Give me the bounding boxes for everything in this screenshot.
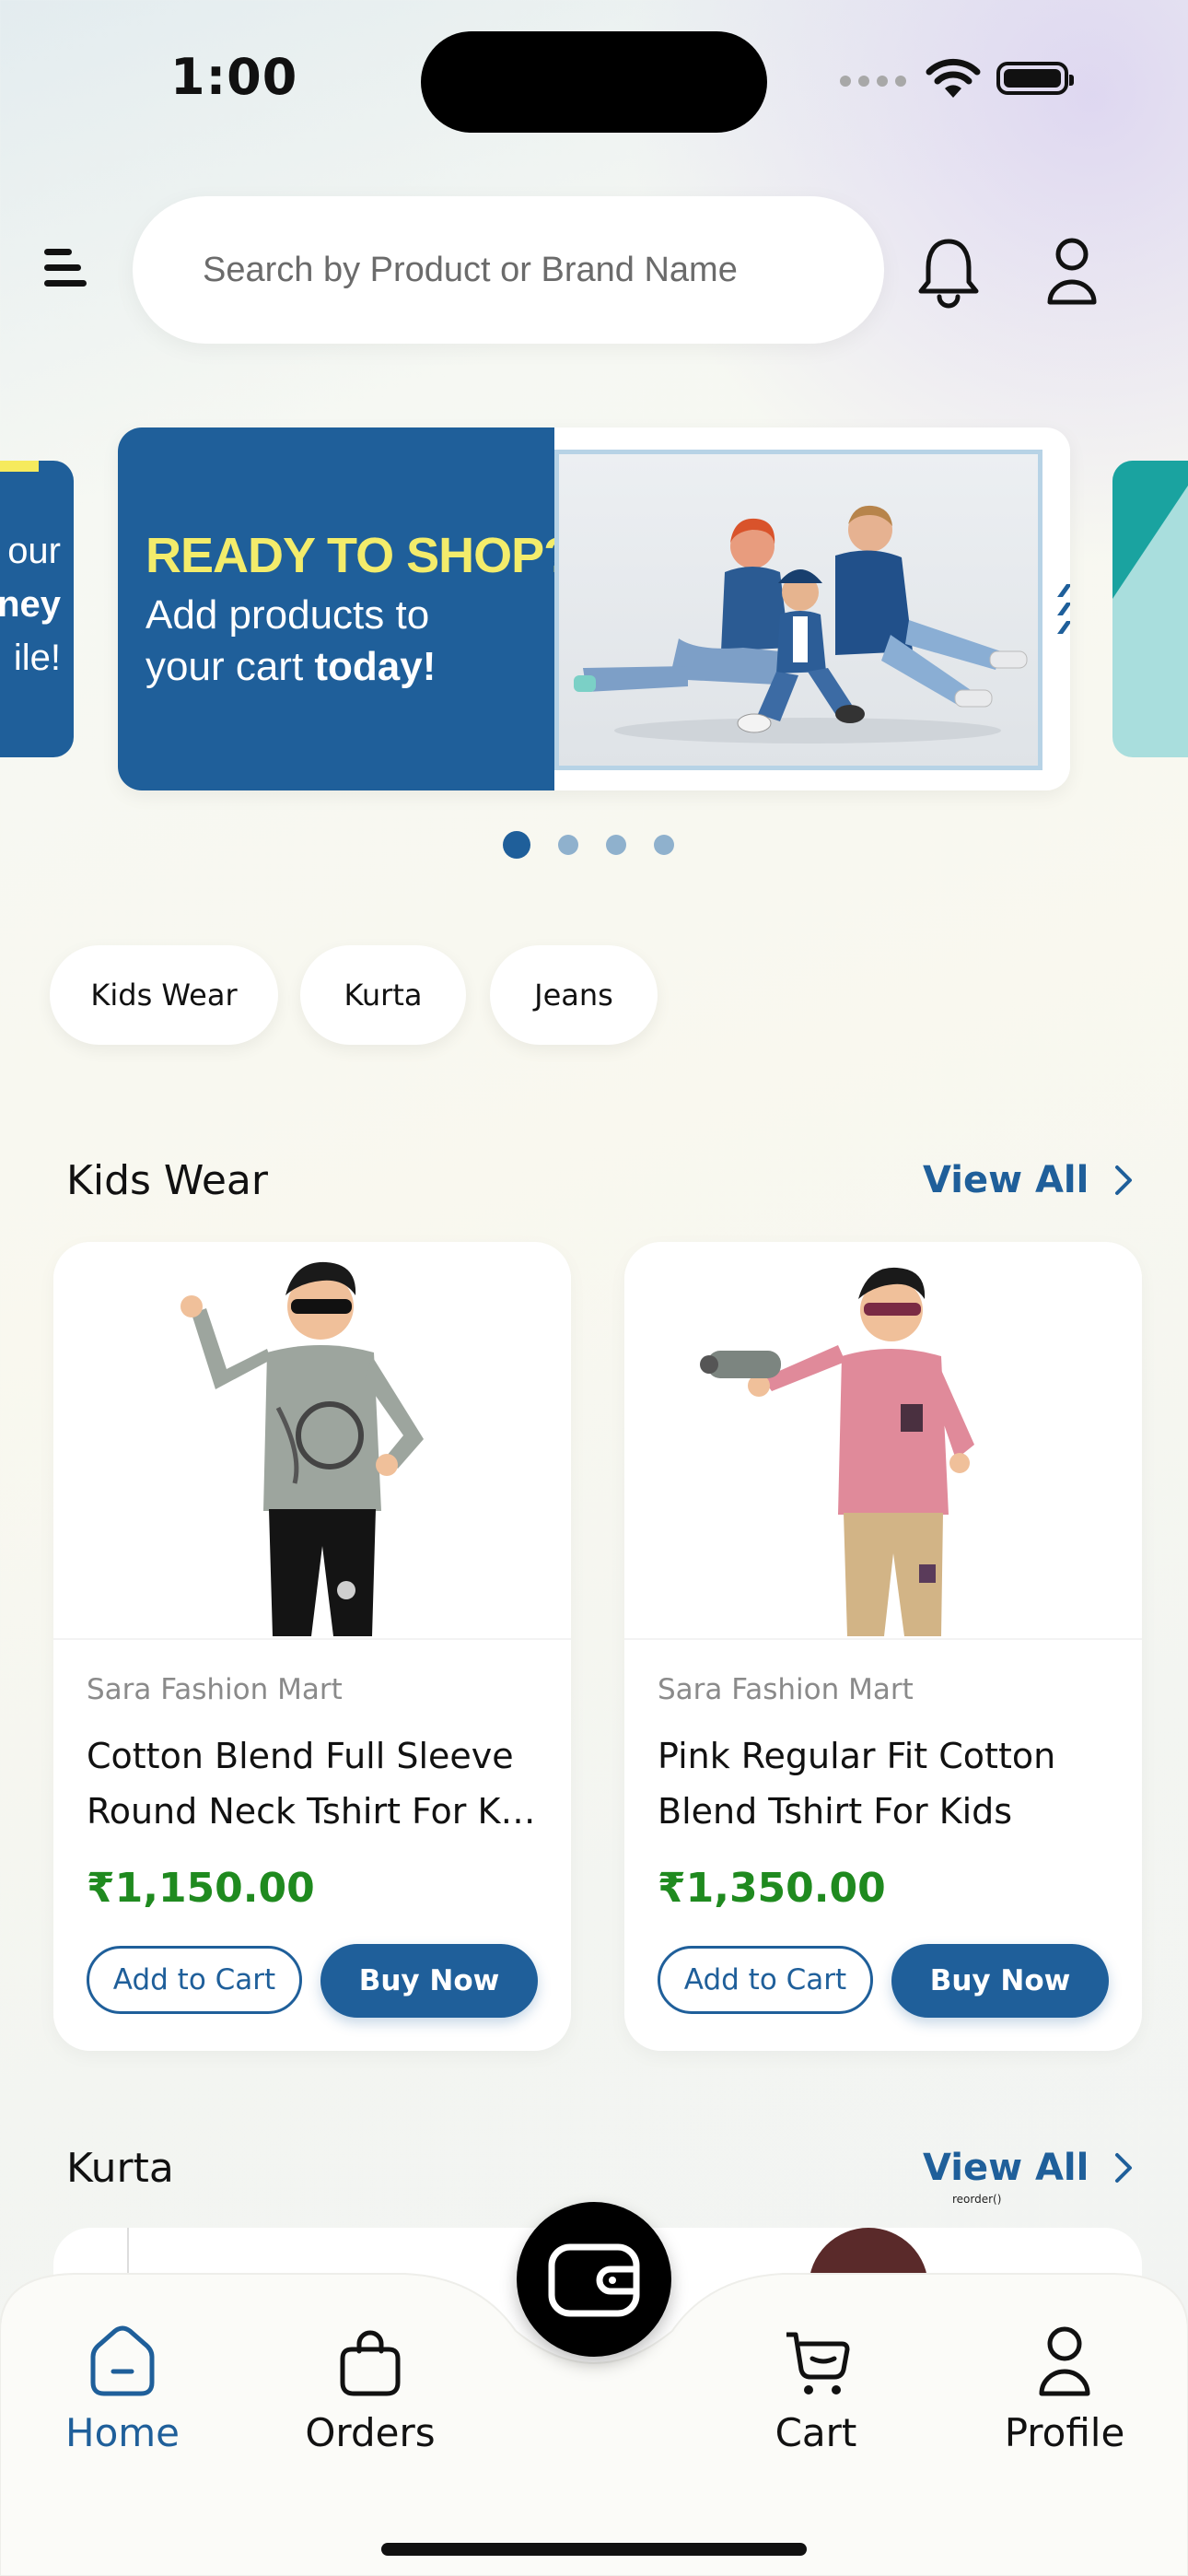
chip-jeans[interactable]: Jeans xyxy=(490,945,658,1045)
chevron-right-icon xyxy=(1115,2153,1133,2183)
wallet-icon xyxy=(548,2243,640,2317)
product-brand: Sara Fashion Mart xyxy=(87,1673,343,1706)
cart-icon xyxy=(786,2332,850,2395)
banner-previous-line: our xyxy=(7,531,61,571)
product-name-line: Cotton Blend Full Sleeve xyxy=(87,1736,514,1776)
section-title-kids-wear: Kids Wear xyxy=(66,1157,268,1204)
banner-subtitle-line1: Add products to xyxy=(146,592,430,638)
banner-previous-line: ney xyxy=(0,584,61,625)
profile-icon xyxy=(1039,2326,1090,2396)
product-name-line: Pink Regular Fit Cotton xyxy=(658,1736,1056,1776)
section-title-kurta: Kurta xyxy=(66,2145,174,2192)
product-name[interactable]: Cotton Blend Full Sleeve Round Neck Tshi… xyxy=(87,1728,538,1839)
carousel-dot[interactable] xyxy=(503,831,530,859)
nav-profile[interactable]: Profile xyxy=(973,2322,1157,2455)
menu-icon[interactable] xyxy=(44,245,87,291)
promo-banner[interactable]: READY TO SHOP? Add products to your cart… xyxy=(118,427,1070,790)
nav-home[interactable]: Home xyxy=(30,2322,215,2455)
home-icon xyxy=(90,2325,155,2396)
product-name-line: Blend Tshirt For Kids xyxy=(658,1791,1013,1832)
chevron-right-icon xyxy=(1115,1165,1133,1195)
banner-subtitle-bold: today! xyxy=(314,644,437,689)
product-name[interactable]: Pink Regular Fit Cotton Blend Tshirt For… xyxy=(658,1728,1109,1839)
product-card[interactable]: Sara Fashion Mart Pink Regular Fit Cotto… xyxy=(624,1242,1142,2051)
battery-icon xyxy=(996,62,1074,95)
product-image xyxy=(624,1242,1142,1638)
banner-next[interactable] xyxy=(1112,461,1188,757)
product-price: ₹1,150.00 xyxy=(87,1865,315,1912)
dynamic-island xyxy=(421,31,767,133)
bag-icon xyxy=(340,2330,401,2396)
wallet-button[interactable] xyxy=(517,2202,671,2357)
carousel-dot[interactable] xyxy=(606,835,626,855)
search-input[interactable]: Search by Product or Brand Name xyxy=(133,196,884,344)
view-all-label: View All xyxy=(923,2147,1089,2189)
nav-label: Home xyxy=(64,2410,181,2455)
banner-subtitle-line2: your cart today! xyxy=(146,641,436,693)
bell-icon[interactable] xyxy=(915,234,982,310)
add-to-cart-button[interactable]: Add to Cart xyxy=(658,1946,873,2014)
product-card[interactable]: Sara Fashion Mart Cotton Blend Full Slee… xyxy=(53,1242,571,2051)
product-brand: Sara Fashion Mart xyxy=(658,1673,914,1706)
buy-now-button[interactable]: Buy Now xyxy=(320,1944,538,2018)
carousel-indicator[interactable] xyxy=(503,831,674,859)
banner-previous-line: ile! xyxy=(13,638,61,678)
signal-icon xyxy=(840,76,906,87)
user-icon[interactable] xyxy=(1041,236,1103,306)
wifi-icon xyxy=(926,58,981,98)
chip-kurta[interactable]: Kurta xyxy=(300,945,466,1045)
add-to-cart-button[interactable]: Add to Cart xyxy=(87,1946,302,2014)
nav-label: Cart xyxy=(775,2410,857,2455)
buy-now-button[interactable]: Buy Now xyxy=(891,1944,1109,2018)
banner-subtitle: Add products to your cart today! xyxy=(146,590,436,693)
chip-kids-wear[interactable]: Kids Wear xyxy=(50,945,278,1045)
banner-title: READY TO SHOP? xyxy=(146,528,574,583)
status-icons xyxy=(840,57,1084,103)
nav-orders[interactable]: Orders xyxy=(278,2322,462,2455)
status-time: 1:00 xyxy=(170,48,298,106)
banner-previous[interactable]: our ney ile! xyxy=(0,461,74,757)
product-name-line: Round Neck Tshirt For Ki… xyxy=(87,1791,538,1832)
debug-label: reorder() xyxy=(952,2193,1002,2206)
banner-text-panel: READY TO SHOP? Add products to your cart… xyxy=(118,427,574,790)
banner-subtitle-plain: your cart xyxy=(146,644,315,689)
nav-label: Profile xyxy=(1004,2410,1125,2455)
banner-decoration-icon xyxy=(1057,584,1070,634)
family-photo xyxy=(554,450,1042,770)
view-all-kurta[interactable]: View All xyxy=(923,2147,1133,2189)
nav-label: Orders xyxy=(305,2410,436,2455)
search-placeholder: Search by Product or Brand Name xyxy=(203,250,738,289)
nav-cart[interactable]: Cart xyxy=(724,2322,908,2455)
home-indicator xyxy=(381,2543,807,2556)
carousel-dot[interactable] xyxy=(558,835,578,855)
view-all-kids-wear[interactable]: View All xyxy=(923,1159,1133,1201)
carousel-dot[interactable] xyxy=(654,835,674,855)
product-image xyxy=(53,1242,571,1638)
product-price: ₹1,350.00 xyxy=(658,1865,886,1912)
view-all-label: View All xyxy=(923,1159,1089,1201)
